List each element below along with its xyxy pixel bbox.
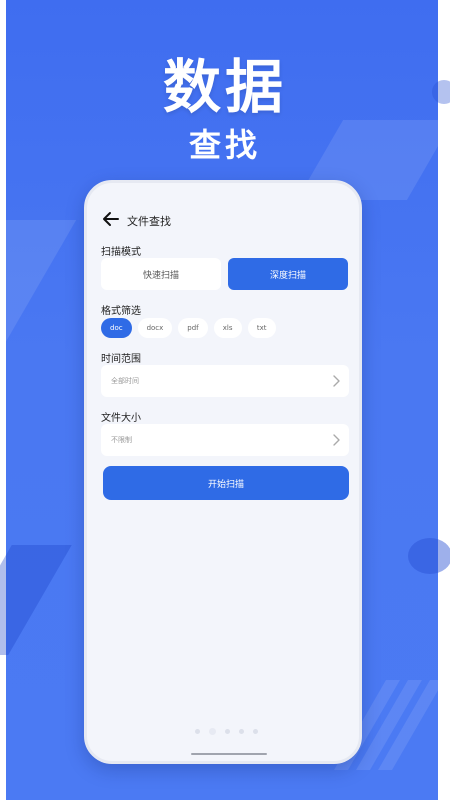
chevron-right-icon	[333, 375, 340, 387]
file-size-value: 不限制	[111, 436, 132, 444]
format-filter-label: 格式筛选	[101, 306, 141, 317]
file-size-label: 文件大小	[101, 413, 141, 424]
scan-mode-label: 扫描模式	[101, 247, 141, 258]
format-chip-pdf[interactable]: pdf	[178, 318, 208, 338]
carousel-dot[interactable]	[225, 729, 230, 734]
format-chip-doc[interactable]: doc	[101, 318, 132, 338]
start-scan-button[interactable]: 开始扫描	[103, 466, 349, 500]
carousel-dot[interactable]	[195, 729, 200, 734]
phone-mockup: 文件查找 扫描模式 快速扫描 深度扫描 格式筛选 doc docx pdf xl…	[84, 180, 362, 764]
headline-primary: 数据	[162, 53, 287, 121]
carousel-dot[interactable]	[239, 729, 244, 734]
format-chip-group: doc docx pdf xls txt	[101, 318, 276, 338]
time-range-label: 时间范围	[101, 354, 141, 365]
deco-stripe	[0, 220, 77, 380]
deep-scan-button[interactable]: 深度扫描	[228, 258, 348, 290]
headline-secondary: 查找	[188, 126, 261, 164]
nav-bar: 文件查找	[87, 183, 359, 241]
format-chip-txt[interactable]: txt	[247, 318, 276, 338]
page-title: 文件查找	[127, 215, 171, 228]
time-range-select[interactable]: 全部时间	[101, 365, 349, 397]
promo-poster: 数据 查找 文件查找 扫描模式 快速扫描 深度扫描 格式筛选 doc docx …	[0, 0, 450, 800]
time-range-value: 全部时间	[111, 377, 139, 385]
file-size-select[interactable]: 不限制	[101, 424, 349, 456]
carousel-dot[interactable]	[209, 728, 216, 735]
home-indicator	[191, 753, 267, 755]
chevron-right-icon	[333, 434, 340, 446]
quick-scan-button[interactable]: 快速扫描	[101, 258, 221, 290]
format-chip-xls[interactable]: xls	[213, 318, 242, 338]
arrow-left-icon[interactable]	[101, 209, 121, 229]
deco-stripe	[0, 545, 72, 655]
carousel-dot[interactable]	[253, 729, 258, 734]
carousel-dots	[195, 728, 258, 735]
format-chip-docx[interactable]: docx	[137, 318, 173, 338]
deco-circle	[408, 538, 450, 574]
